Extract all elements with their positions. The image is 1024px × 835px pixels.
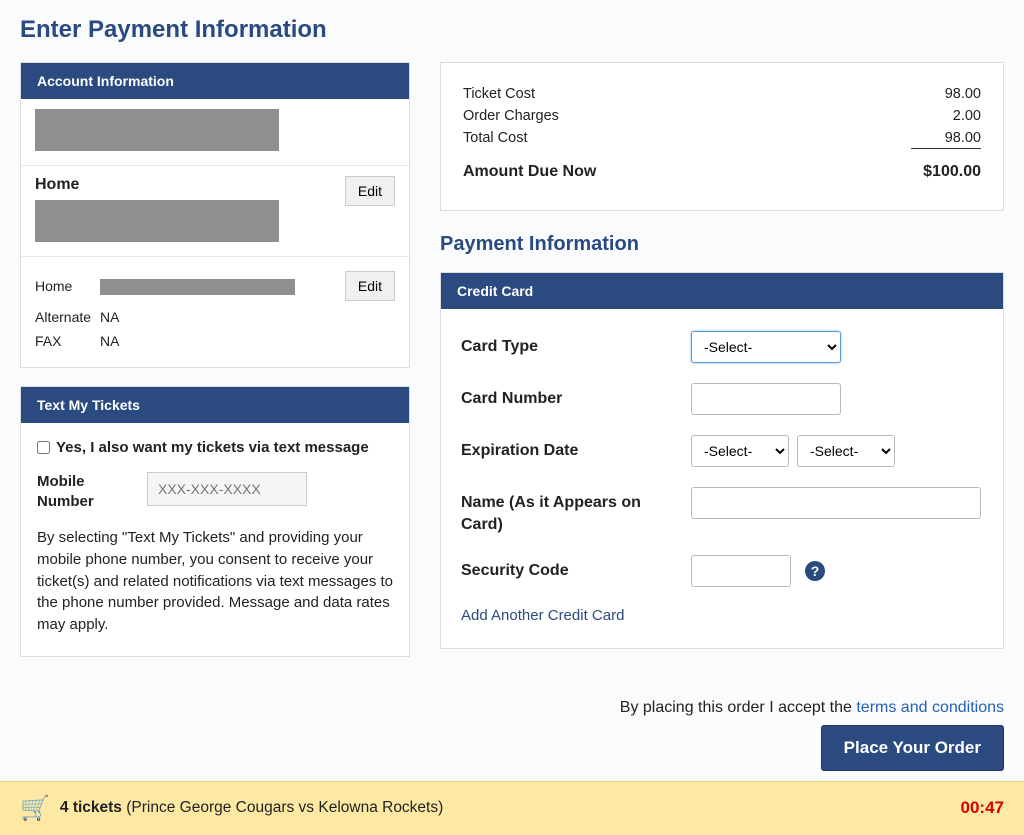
order-charges-label: Order Charges — [463, 108, 559, 124]
terms-row: By placing this order I accept the terms… — [20, 699, 1004, 717]
edit-address-button[interactable]: Edit — [345, 176, 395, 206]
phone-value-alternate: NA — [100, 305, 335, 329]
account-info-header: Account Information — [21, 63, 409, 99]
card-type-row: Card Type -Select- — [461, 331, 983, 363]
page-title: Enter Payment Information — [20, 16, 1004, 44]
summary-ticket-cost: Ticket Cost 98.00 — [463, 83, 981, 105]
card-type-select[interactable]: -Select- — [691, 331, 841, 363]
event-name: (Prince George Cougars vs Kelowna Rocket… — [126, 799, 443, 816]
countdown-timer: 00:47 — [961, 798, 1004, 818]
right-column: Ticket Cost 98.00 Order Charges 2.00 Tot… — [440, 62, 1004, 667]
phone-table: Home Edit Alternate NA FAX — [35, 267, 395, 353]
security-code-row: Security Code ? — [461, 555, 983, 587]
card-number-input[interactable] — [691, 383, 841, 415]
optin-row: Yes, I also want my tickets via text mes… — [37, 439, 393, 456]
address-type-label: Home — [35, 176, 279, 194]
phone-value-fax: NA — [100, 329, 335, 353]
payment-info-heading: Payment Information — [440, 233, 1004, 256]
cart-footer-left: 🛒 4 tickets (Prince George Cougars vs Ke… — [20, 794, 443, 823]
summary-amount-due: Amount Due Now $100.00 — [463, 160, 981, 184]
card-number-label: Card Number — [461, 383, 691, 410]
payment-page: Enter Payment Information Account Inform… — [0, 0, 1024, 771]
columns: Account Information Home Edit — [20, 62, 1004, 675]
redacted-home-phone — [100, 279, 295, 295]
phone-row-alternate: Alternate NA — [35, 305, 395, 329]
mobile-number-label: Mobile Number — [37, 472, 127, 511]
cart-icon: 🛒 — [20, 794, 50, 823]
name-on-card-label: Name (As it Appears on Card) — [461, 487, 691, 535]
name-on-card-input[interactable] — [691, 487, 981, 519]
phone-label-fax: FAX — [35, 329, 100, 353]
terms-and-conditions-link[interactable]: terms and conditions — [856, 699, 1004, 716]
expiration-label: Expiration Date — [461, 435, 691, 462]
edit-phones-button[interactable]: Edit — [345, 271, 395, 301]
order-charges-value: 2.00 — [953, 108, 981, 124]
text-my-tickets-body: Yes, I also want my tickets via text mes… — [21, 423, 409, 656]
add-another-card-link[interactable]: Add Another Credit Card — [461, 607, 624, 624]
summary-total-cost: Total Cost 98.00 — [463, 127, 981, 152]
sms-consent-text: By selecting "Text My Tickets" and provi… — [37, 527, 393, 636]
optin-label[interactable]: Yes, I also want my tickets via text mes… — [56, 439, 369, 456]
account-info-card: Account Information Home Edit — [20, 62, 410, 368]
total-cost-value: 98.00 — [911, 130, 981, 149]
mobile-number-row: Mobile Number — [37, 472, 393, 511]
phone-row-home: Home Edit — [35, 267, 395, 305]
summary-order-charges: Order Charges 2.00 — [463, 105, 981, 127]
exp-year-select[interactable]: -Select- — [797, 435, 895, 467]
mobile-number-input[interactable] — [147, 472, 307, 506]
total-cost-label: Total Cost — [463, 130, 527, 149]
ticket-count: 4 tickets — [60, 799, 122, 816]
security-code-label: Security Code — [461, 555, 691, 582]
redacted-address — [35, 200, 279, 242]
account-info-body: Home Edit Home Edit — [21, 99, 409, 367]
amount-due-value: $100.00 — [923, 163, 981, 181]
credit-card-body: Card Type -Select- Card Number — [441, 309, 1003, 648]
card-number-row: Card Number — [461, 383, 983, 415]
ticket-cost-label: Ticket Cost — [463, 86, 535, 102]
credit-card-card: Credit Card Card Type -Select- Card Numb… — [440, 272, 1004, 649]
account-name-block — [21, 99, 409, 166]
redacted-name — [35, 109, 279, 151]
card-type-label: Card Type — [461, 331, 691, 358]
account-phones-block: Home Edit Alternate NA FAX — [21, 257, 409, 367]
phone-label-alternate: Alternate — [35, 305, 100, 329]
help-icon[interactable]: ? — [805, 561, 825, 581]
phone-label-home: Home — [35, 267, 100, 305]
cost-summary-card: Ticket Cost 98.00 Order Charges 2.00 Tot… — [440, 62, 1004, 211]
left-column: Account Information Home Edit — [20, 62, 410, 675]
amount-due-label: Amount Due Now — [463, 163, 596, 181]
terms-prefix: By placing this order I accept the — [620, 699, 857, 716]
credit-card-header: Credit Card — [441, 273, 1003, 309]
ticket-cost-value: 98.00 — [945, 86, 981, 102]
place-order-row: Place Your Order — [20, 725, 1004, 771]
security-code-input[interactable] — [691, 555, 791, 587]
expiration-row: Expiration Date -Select- -Select- — [461, 435, 983, 467]
account-address-block: Home Edit — [21, 166, 409, 257]
text-my-tickets-card: Text My Tickets Yes, I also want my tick… — [20, 386, 410, 657]
name-on-card-row: Name (As it Appears on Card) — [461, 487, 983, 535]
text-my-tickets-header: Text My Tickets — [21, 387, 409, 423]
optin-checkbox[interactable] — [37, 441, 50, 454]
phone-row-fax: FAX NA — [35, 329, 395, 353]
exp-month-select[interactable]: -Select- — [691, 435, 789, 467]
place-order-button[interactable]: Place Your Order — [821, 725, 1004, 771]
cart-footer-bar: 🛒 4 tickets (Prince George Cougars vs Ke… — [0, 781, 1024, 835]
